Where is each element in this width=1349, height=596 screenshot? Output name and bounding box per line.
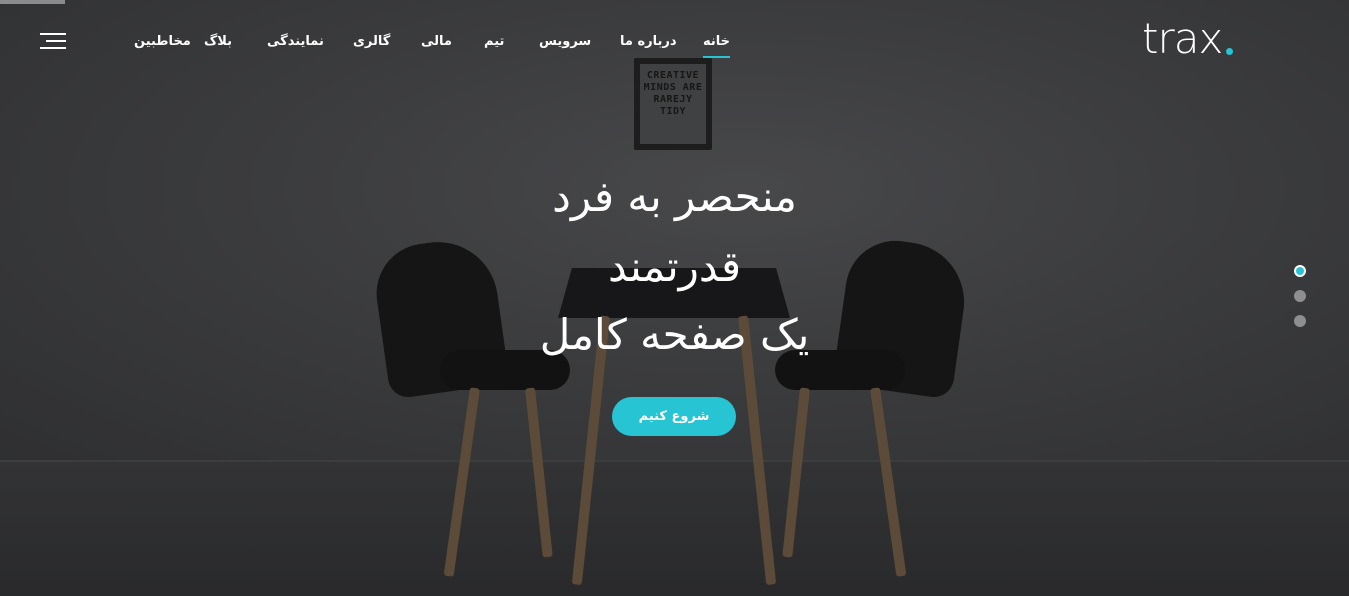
nav-item-gallery[interactable]: گالری bbox=[353, 32, 390, 52]
nav-item-agency[interactable]: نمایندگی bbox=[267, 32, 324, 52]
nav-item-finance[interactable]: مالی bbox=[421, 32, 452, 52]
hero-title-line-2: قدرتمند bbox=[607, 242, 742, 291]
hero-title-line-1: منحصر به فرد bbox=[552, 172, 797, 221]
hero-background: CREATIVE MINDS ARE RAREJY TIDY bbox=[0, 0, 1349, 596]
nav-item-home[interactable]: خانه bbox=[703, 32, 731, 58]
slider-dot-3[interactable] bbox=[1294, 315, 1306, 327]
main-nav: خانه درباره ما سرویس تیم مالی گالری نمای… bbox=[0, 32, 1349, 58]
slider-dot-1[interactable] bbox=[1294, 265, 1306, 277]
get-started-button[interactable]: شروع کنیم bbox=[612, 397, 736, 436]
nav-item-service[interactable]: سرویس bbox=[539, 32, 591, 52]
dark-overlay bbox=[0, 0, 1349, 596]
nav-item-contacts[interactable]: مخاطبین bbox=[134, 32, 191, 52]
hero-title-line-3: یک صفحه کامل bbox=[539, 310, 810, 359]
nav-item-about[interactable]: درباره ما bbox=[620, 32, 677, 52]
nav-item-team[interactable]: تیم bbox=[484, 32, 504, 52]
top-strip bbox=[0, 0, 65, 4]
slider-pagination bbox=[1293, 265, 1309, 340]
hamburger-menu-icon[interactable] bbox=[40, 33, 66, 49]
nav-item-blog[interactable]: بلاگ bbox=[204, 32, 232, 52]
slider-dot-2[interactable] bbox=[1294, 290, 1306, 302]
